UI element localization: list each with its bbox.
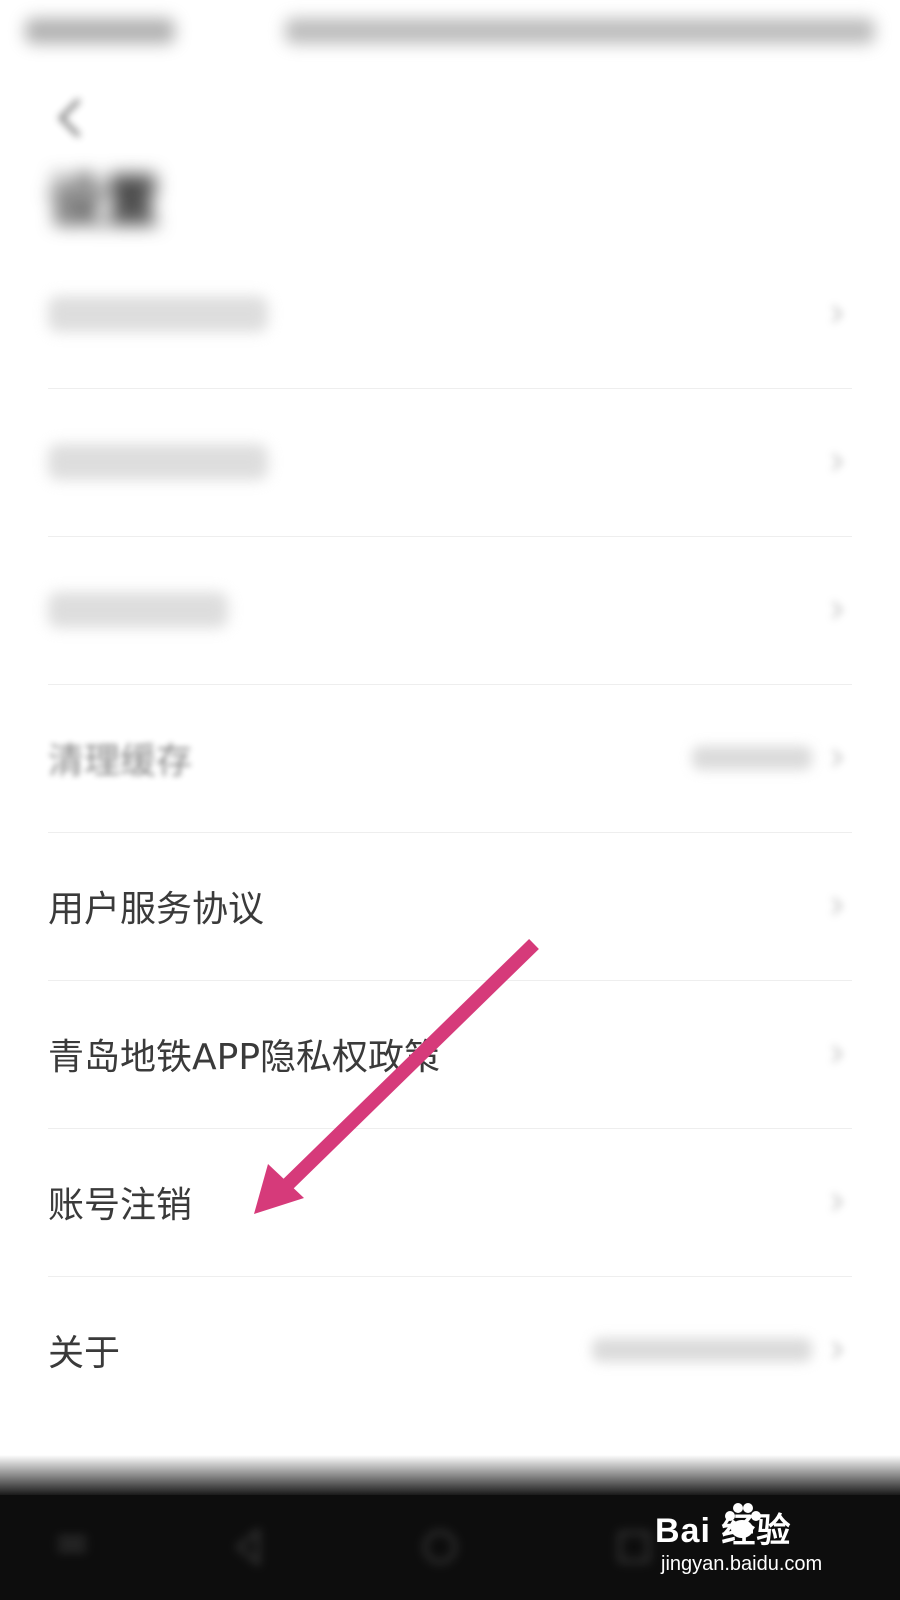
settings-item-label <box>48 592 228 628</box>
chevron-right-icon <box>832 1341 843 1359</box>
bottom-fade <box>0 1455 900 1495</box>
settings-item-3[interactable] <box>48 536 852 684</box>
settings-item-label: 清理缓存 <box>48 741 193 782</box>
settings-item-about[interactable]: 关于 <box>48 1276 852 1424</box>
watermark-url: jingyan.baidu.com <box>661 1553 823 1575</box>
chevron-right-icon <box>832 1045 843 1063</box>
baidu-jingyan-watermark: Bai 经验 jingyan.baidu.com <box>655 1503 865 1593</box>
carrier-info <box>25 18 175 44</box>
chevron-right-icon <box>832 453 843 471</box>
settings-item-label <box>48 444 268 480</box>
settings-item-user-agreement[interactable]: 用户服务协议 <box>48 832 852 980</box>
settings-item-label: 用户服务协议 <box>48 889 265 930</box>
chevron-right-icon <box>832 305 843 323</box>
settings-item-2[interactable] <box>48 388 852 536</box>
settings-item-1[interactable] <box>48 240 852 388</box>
recents-nav-icon[interactable] <box>612 1525 656 1569</box>
status-icons <box>285 18 875 44</box>
settings-item-label: 关于 <box>48 1333 121 1374</box>
status-bar <box>0 0 900 70</box>
paw-icon <box>725 1503 761 1538</box>
chevron-right-icon <box>832 897 843 915</box>
chevron-right-icon <box>832 601 843 619</box>
home-nav-icon[interactable] <box>418 1525 462 1569</box>
page-title: 设置 <box>48 170 160 235</box>
version-value <box>592 1338 812 1362</box>
settings-list: 清理缓存 用户服务协议 青岛地铁APP隐私权政策 账号注销 关于 <box>0 240 900 1424</box>
settings-item-label: 青岛地铁APP隐私权政策 <box>48 1037 441 1078</box>
settings-item-label: 账号注销 <box>48 1185 193 1226</box>
settings-screen: 设置 清理缓存 用户服务协议 青岛地铁APP隐私权政策 账号注销 关于 Bai … <box>0 0 900 1600</box>
settings-item-account-cancellation[interactable]: 账号注销 <box>48 1128 852 1276</box>
chevron-left-icon <box>58 98 81 138</box>
back-nav-icon[interactable] <box>228 1525 272 1569</box>
back-button[interactable] <box>40 88 100 148</box>
settings-item-clear-cache[interactable]: 清理缓存 <box>48 684 852 832</box>
settings-item-privacy-policy[interactable]: 青岛地铁APP隐私权政策 <box>48 980 852 1128</box>
cache-size-value <box>692 746 812 770</box>
settings-item-label <box>48 296 268 332</box>
menu-icon[interactable] <box>50 1525 94 1569</box>
chevron-right-icon <box>832 749 843 767</box>
chevron-right-icon <box>832 1193 843 1211</box>
